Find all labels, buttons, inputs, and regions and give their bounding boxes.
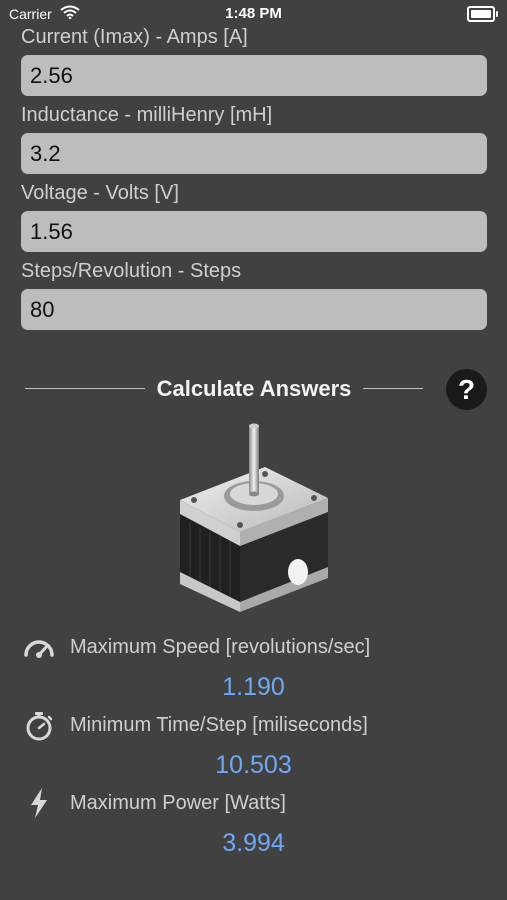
status-time: 1:48 PM [225,5,282,22]
min-time-step-value: 10.503 [215,751,292,779]
inductance-label: Inductance - milliHenry [mH] [21,104,273,126]
speedometer-icon [24,640,54,658]
max-power-value: 3.994 [222,829,285,857]
max-speed-value: 1.190 [222,673,285,701]
max-power-label: Maximum Power [Watts] [70,792,286,814]
steps-input[interactable] [21,289,487,330]
current-input[interactable] [21,55,487,96]
calculate-answers-button[interactable]: Calculate Answers [145,373,363,405]
lightning-bolt-icon [31,788,47,818]
battery-level [471,10,491,18]
voltage-input[interactable] [21,211,487,252]
min-time-step-label: Minimum Time/Step [miliseconds] [70,714,368,736]
steps-label: Steps/Revolution - Steps [21,260,242,282]
help-button[interactable]: ? [446,369,487,410]
battery-icon [467,6,498,22]
stopwatch-icon [26,712,53,741]
current-label: Current (Imax) - Amps [A] [21,26,248,48]
status-bar: Carrier 1:48 PM [0,0,507,26]
voltage-label: Voltage - Volts [V] [21,182,179,204]
divider-left [25,388,145,389]
max-speed-label: Maximum Speed [revolutions/sec] [70,636,371,658]
inductance-input[interactable] [21,133,487,174]
divider-right [363,388,423,389]
stepper-motor-image [180,423,328,612]
